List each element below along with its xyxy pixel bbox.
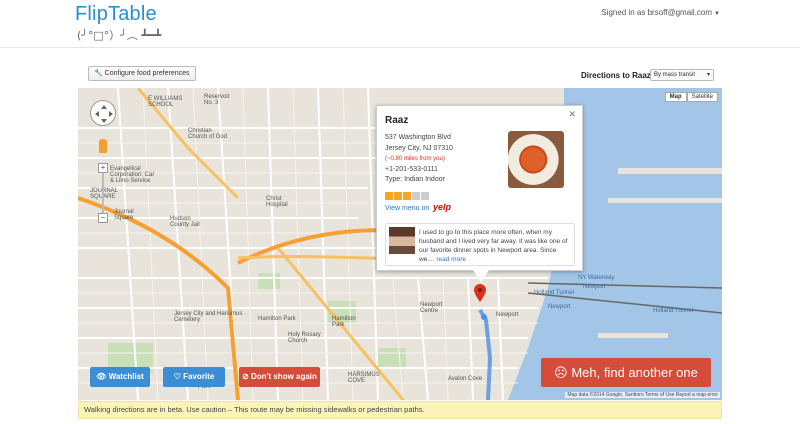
transit-mode-select[interactable]: By mass transit ▾: [650, 69, 714, 81]
read-more-link[interactable]: read more: [436, 256, 466, 263]
directions-label: Directions to Raaz:: [581, 71, 654, 80]
zoom-slider[interactable]: [102, 173, 104, 213]
caret-down-icon: ▼: [714, 11, 720, 17]
place-address-2: Jersey City, NJ 07310: [385, 144, 453, 152]
configure-label: Configure food preferences: [104, 70, 190, 77]
star-icon: [412, 192, 420, 200]
map-type-map[interactable]: Map: [664, 92, 687, 102]
configure-food-preferences-button[interactable]: 🔧 Configure food preferences: [88, 66, 196, 81]
app-header: FlipTable (╯°□°）╯︵ ┻━┻ Signed in as brso…: [0, 0, 800, 48]
map-label-school: E WILLIAMS SCHOOL: [148, 96, 183, 108]
map-label-holy-rosary: Holy Rosary Church: [288, 332, 321, 344]
food-photo: [508, 131, 564, 188]
map-label-journal-square-station: Journal Square: [114, 209, 134, 221]
app-logo[interactable]: FlipTable: [75, 3, 157, 26]
walking-directions-notice: Walking directions are in beta. Use caut…: [78, 401, 722, 419]
zoom-in-button[interactable]: +: [98, 163, 108, 173]
star-icon: [403, 192, 411, 200]
place-name: Raaz: [385, 115, 409, 126]
favorite-button[interactable]: ♡ Favorite: [163, 367, 225, 387]
zoom-control: + −: [98, 163, 108, 223]
close-icon[interactable]: ✕: [568, 109, 576, 120]
map-label-cemetery: Jersey City and Harsimus Cemetery: [174, 311, 243, 323]
eye-icon: 👁: [96, 372, 107, 381]
meh-face-icon: ☹: [554, 365, 568, 380]
star-rating: [385, 192, 429, 200]
app-tagline: (╯°□°）╯︵ ┻━┻: [77, 29, 162, 42]
map-label-hamilton: Hamilton Park: [258, 316, 296, 322]
star-icon: [385, 192, 393, 200]
map-label-newport-water: Newport: [548, 304, 571, 310]
account-menu[interactable]: Signed in as brsoff@gmail.com ▼: [601, 8, 720, 17]
place-type: Type: Indian Indoor: [385, 176, 445, 183]
place-info-window: ✕ Raaz 537 Washington Blvd Jersey City, …: [376, 105, 583, 282]
location-pin-icon[interactable]: [474, 284, 486, 302]
star-icon: [421, 192, 429, 200]
watchlist-button[interactable]: 👁 Watchlist: [90, 367, 150, 387]
chevron-down-icon: ▾: [706, 72, 710, 78]
map-label-avalon: Avalon Cove: [448, 376, 482, 382]
wrench-icon: 🔧: [94, 70, 103, 77]
map-label-hamilton-park: Hamilton Park: [332, 316, 356, 328]
pan-arrows-icon: [95, 105, 113, 123]
yelp-logo[interactable]: yelp: [433, 202, 451, 212]
block-icon: ⊘: [242, 372, 249, 381]
street-view-pegman-icon[interactable]: [99, 139, 107, 153]
watchlist-label: Watchlist: [108, 372, 144, 381]
map-label-corporation: Evangelical Corporation: Car & Limo Servic…: [110, 166, 155, 184]
place-phone: +1-201-533-0111: [385, 165, 438, 173]
place-address-1: 537 Washington Blvd: [385, 134, 451, 141]
find-another-label: Meh, find another one: [571, 365, 698, 380]
signed-in-label: Signed in as brsoff@gmail.com: [601, 8, 713, 17]
dont-show-label: Don't show again: [251, 372, 317, 381]
map-type-satellite[interactable]: Satellite: [686, 92, 718, 102]
heart-icon: ♡: [173, 372, 181, 381]
place-distance: (~0.80 miles from you): [385, 156, 445, 162]
map-label-harsimus: HARSIMUS COVE: [348, 372, 380, 384]
find-another-button[interactable]: ☹ Meh, find another one: [541, 358, 711, 387]
map-label-hospital: Christ Hospital: [266, 196, 288, 208]
transit-mode-value: By mass transit: [654, 72, 696, 78]
map-label-newport-ferry: Newport: [583, 284, 606, 290]
map-label-jail: Hudson County Jail: [170, 216, 200, 228]
pan-control[interactable]: [90, 100, 116, 126]
reviewer-avatar: [389, 227, 415, 254]
star-icon: [394, 192, 402, 200]
favorite-label: Favorite: [183, 372, 215, 381]
map-label-newport-centre: Newport Centre: [420, 302, 443, 314]
place-details: 537 Washington Blvd Jersey City, NJ 0731…: [385, 133, 453, 186]
map-view[interactable]: E WILLIAMS SCHOOL Christian Church of God …: [78, 88, 722, 400]
map-label-newport: Newport: [496, 312, 519, 318]
map-type-toggle: Map Satellite: [664, 92, 718, 102]
review-snippet: I used to go to this place more often, w…: [385, 223, 575, 266]
map-label-ny-waterway: NY Waterway: [578, 275, 615, 281]
map-label-reservoir: Reservoir No. 3: [204, 94, 230, 106]
zoom-out-button[interactable]: −: [98, 213, 108, 223]
view-menu-link[interactable]: View menu on: [385, 205, 429, 212]
map-copyright: Map data ©2014 Google, Sanborn Terms of …: [565, 392, 720, 398]
map-label-holland-tunnel-2: Holland Tunnel: [653, 308, 694, 314]
map-label-holland-tunnel: Holland Tunnel: [534, 290, 575, 296]
map-label-church: Christian Church of God: [188, 128, 228, 140]
dont-show-again-button[interactable]: ⊘ Don't show again: [239, 367, 320, 387]
